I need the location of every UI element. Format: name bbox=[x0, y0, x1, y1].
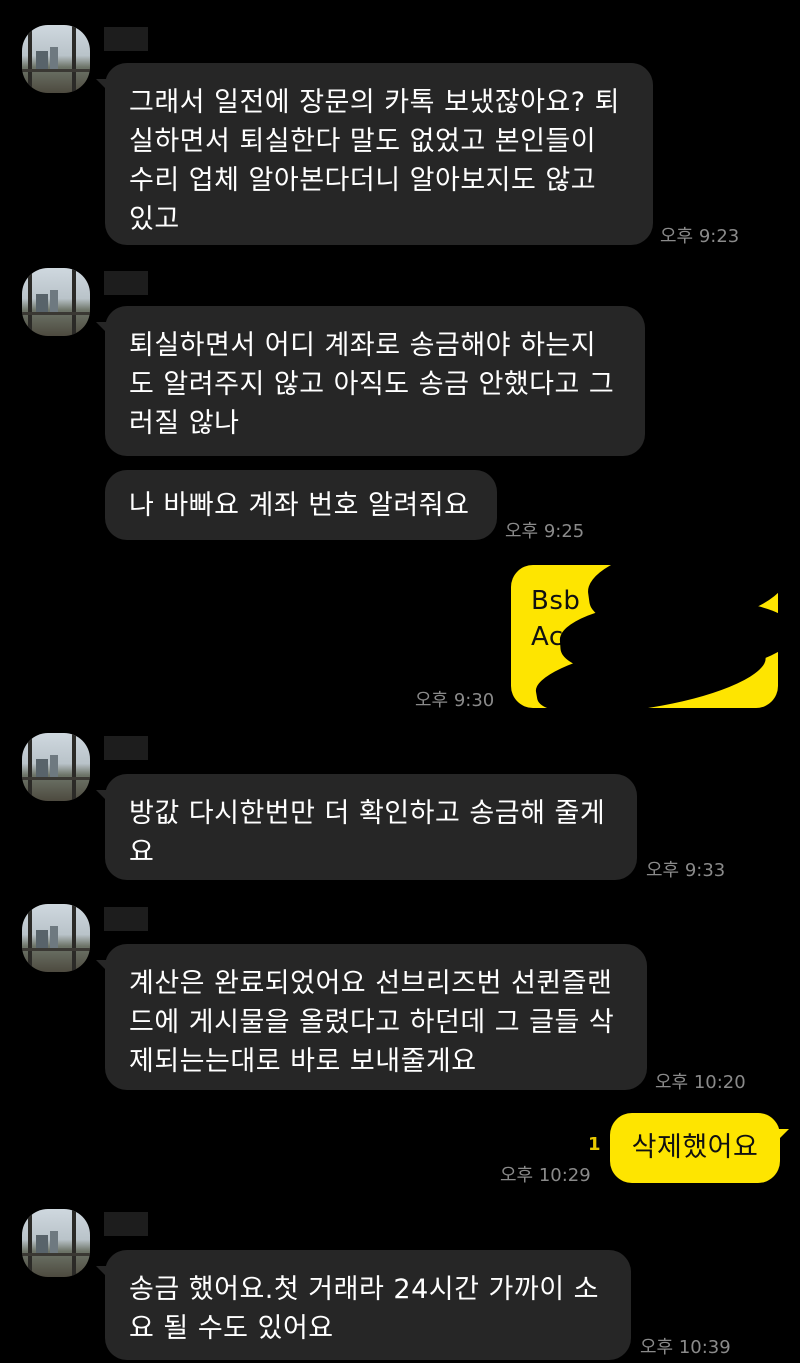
message-time: 오후 9:23 bbox=[660, 226, 740, 247]
contact-avatar[interactable] bbox=[22, 1209, 90, 1277]
contact-avatar[interactable] bbox=[22, 25, 90, 93]
message-bubble[interactable]: 방값 다시한번만 더 확인하고 송금해 줄게 요 bbox=[96, 774, 637, 880]
message-time: 오후 10:39 bbox=[640, 1337, 731, 1358]
message-time: 오후 9:30 bbox=[415, 690, 495, 711]
message-bubble[interactable]: 나 바빠요 계좌 번호 알려줘요 bbox=[105, 470, 497, 540]
message-bubble[interactable]: 계산은 완료되었어요 선브리즈번 선퀸즐랜 드에 게시물을 올렸다고 하던데 그… bbox=[96, 944, 647, 1090]
message-time: 오후 9:25 bbox=[505, 521, 585, 542]
contact-avatar[interactable] bbox=[22, 733, 90, 801]
message-bubble[interactable]: 그래서 일전에 장문의 카톡 보냈잖아요? 퇴 실하면서 퇴실한다 말도 없었고… bbox=[96, 63, 653, 245]
message-time: 오후 9:33 bbox=[646, 860, 726, 881]
redacted-contact-name bbox=[104, 907, 148, 931]
contact-avatar[interactable] bbox=[22, 904, 90, 972]
redacted-contact-name bbox=[104, 736, 148, 760]
message-bubble[interactable]: 퇴실하면서 어디 계좌로 송금해야 하는지 도 알려주지 않고 아직도 송금 안… bbox=[96, 306, 645, 456]
contact-avatar[interactable] bbox=[22, 268, 90, 336]
message-time: 오후 10:29 bbox=[500, 1165, 591, 1186]
my-message-bubble[interactable]: 삭제했어요 bbox=[610, 1113, 789, 1183]
message-bubble[interactable]: 송금 했어요.첫 거래라 24시간 가까이 소 요 될 수도 있어요 bbox=[96, 1250, 631, 1360]
message-time: 오후 10:20 bbox=[655, 1072, 746, 1093]
redacted-contact-name bbox=[104, 27, 148, 51]
unread-count: 1 bbox=[588, 1134, 601, 1155]
redacted-contact-name bbox=[104, 1212, 148, 1236]
redacted-contact-name bbox=[104, 271, 148, 295]
